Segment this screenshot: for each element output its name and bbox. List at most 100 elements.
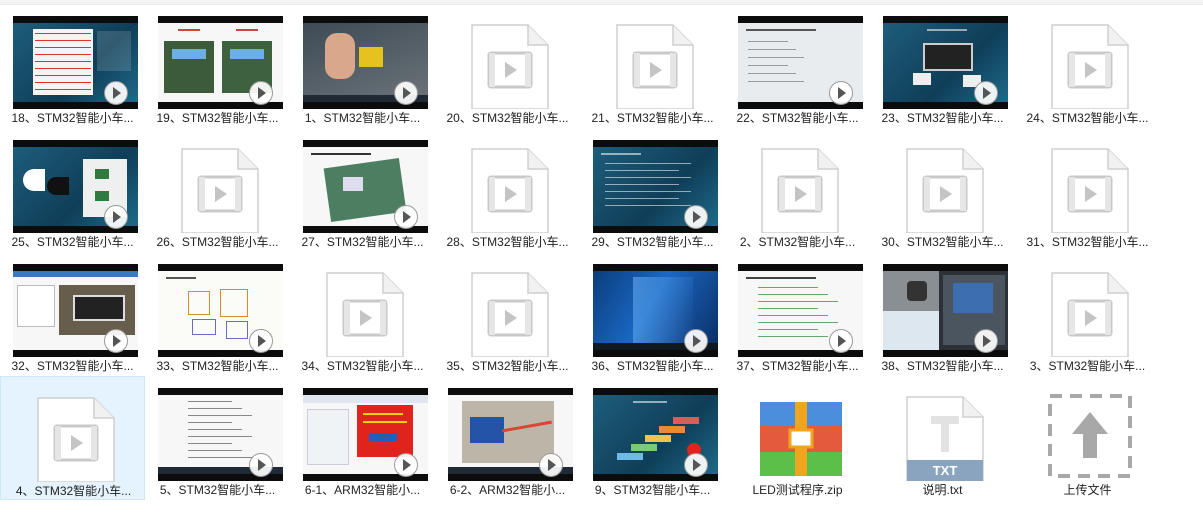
file-item[interactable]: 31、STM32智能小车... [1015,128,1160,252]
file-name: 34、STM32智能小车... [301,359,424,373]
play-icon [104,81,128,105]
video-thumbnail [593,140,718,233]
file-name: 28、STM32智能小车... [446,235,569,249]
video-file-placeholder [303,264,428,357]
play-icon [974,81,998,105]
file-item[interactable]: 32、STM32智能小车... [0,252,145,376]
play-icon [249,81,273,105]
file-item[interactable]: 33、STM32智能小车... [145,252,290,376]
file-grid: 18、STM32智能小车... 19、STM32智能小车... 1、STM32智… [0,0,1203,517]
file-item[interactable]: 5、STM32智能小车... [145,376,290,500]
play-icon [829,329,853,353]
file-item[interactable]: 21、STM32智能小车... [580,4,725,128]
file-item[interactable]: 26、STM32智能小车... [145,128,290,252]
file-item[interactable]: 34、STM32智能小车... [290,252,435,376]
file-name: 9、STM32智能小车... [594,483,711,497]
file-name: 27、STM32智能小车... [301,235,424,249]
file-item[interactable]: 23、STM32智能小车... [870,4,1015,128]
file-name: 30、STM32智能小车... [881,235,1004,249]
video-thumbnail [448,388,573,481]
play-icon [249,453,273,477]
file-name: 38、STM32智能小车... [881,359,1004,373]
upload-file-button[interactable]: 上传文件 [1015,376,1160,500]
play-icon [684,205,708,229]
file-item[interactable]: 1、STM32智能小车... [290,4,435,128]
file-item[interactable]: 38、STM32智能小车... [870,252,1015,376]
play-icon [829,81,853,105]
file-name: 21、STM32智能小车... [591,111,714,125]
video-file-placeholder [1028,264,1153,357]
video-thumbnail [883,16,1008,109]
video-thumbnail [13,140,138,233]
file-name: 22、STM32智能小车... [736,111,859,125]
play-icon [249,329,273,353]
video-file-icon [37,397,115,482]
file-name: 20、STM32智能小车... [446,111,569,125]
video-file-icon [906,148,984,233]
video-file-icon [471,24,549,109]
video-file-icon [326,272,404,357]
file-item[interactable]: 30、STM32智能小车... [870,128,1015,252]
file-item[interactable]: 29、STM32智能小车... [580,128,725,252]
file-name: 25、STM32智能小车... [11,235,134,249]
file-name: 1、STM32智能小车... [304,111,421,125]
file-name: 18、STM32智能小车... [11,111,134,125]
txt-extension-label: TXT [932,463,958,478]
video-file-placeholder [448,264,573,357]
file-item[interactable]: 4、STM32智能小车... [0,376,145,500]
video-thumbnail [883,264,1008,357]
file-item[interactable]: 25、STM32智能小车... [0,128,145,252]
file-item[interactable]: 22、STM32智能小车... [725,4,870,128]
video-file-placeholder [1028,140,1153,233]
file-name: 6-2、ARM32智能小... [449,483,566,497]
file-item[interactable]: 24、STM32智能小车... [1015,4,1160,128]
file-item[interactable]: 3、STM32智能小车... [1015,252,1160,376]
file-item[interactable]: 28、STM32智能小车... [435,128,580,252]
file-name: 26、STM32智能小车... [156,235,279,249]
video-file-placeholder [738,140,863,233]
video-thumbnail [738,16,863,109]
file-item[interactable]: 36、STM32智能小车... [580,252,725,376]
file-item[interactable]: 2、STM32智能小车... [725,128,870,252]
file-name: LED测试程序.zip [752,483,843,497]
file-item[interactable]: 19、STM32智能小车... [145,4,290,128]
file-name: 4、STM32智能小车... [15,484,132,498]
play-icon [394,453,418,477]
file-name: 31、STM32智能小车... [1026,235,1149,249]
play-icon [104,329,128,353]
file-name: 24、STM32智能小车... [1026,111,1149,125]
video-file-icon [181,148,259,233]
file-name: 37、STM32智能小车... [736,359,859,373]
video-file-icon [1051,24,1129,109]
video-file-placeholder [593,16,718,109]
file-item[interactable]: LED测试程序.zip [725,376,870,500]
file-name: 36、STM32智能小车... [591,359,714,373]
file-item[interactable]: 6-2、ARM32智能小... [435,376,580,500]
file-item[interactable]: 20、STM32智能小车... [435,4,580,128]
file-item[interactable]: 37、STM32智能小车... [725,252,870,376]
file-item[interactable]: 6-1、ARM32智能小... [290,376,435,500]
file-item[interactable]: TXT 说明.txt [870,376,1015,500]
play-icon [539,453,563,477]
file-name: 说明.txt [922,483,963,497]
video-thumbnail [13,16,138,109]
file-name: 上传文件 [1063,483,1112,497]
video-file-icon [1051,272,1129,357]
file-item[interactable]: 18、STM32智能小车... [0,4,145,128]
file-item[interactable]: 27、STM32智能小车... [290,128,435,252]
video-file-icon [616,24,694,109]
file-item[interactable]: 9、STM32智能小车... [580,376,725,500]
file-name: 35、STM32智能小车... [446,359,569,373]
video-thumbnail [158,388,283,481]
file-item[interactable]: 35、STM32智能小车... [435,252,580,376]
file-name: 2、STM32智能小车... [739,235,856,249]
video-file-placeholder [448,140,573,233]
file-name: 32、STM32智能小车... [11,359,134,373]
zip-archive-icon [760,402,842,476]
upload-arrow-icon [1048,394,1132,478]
video-file-placeholder [883,140,1008,233]
upload-thumbnail [1028,388,1153,481]
video-thumbnail [158,16,283,109]
file-name: 33、STM32智能小车... [156,359,279,373]
play-icon [974,329,998,353]
